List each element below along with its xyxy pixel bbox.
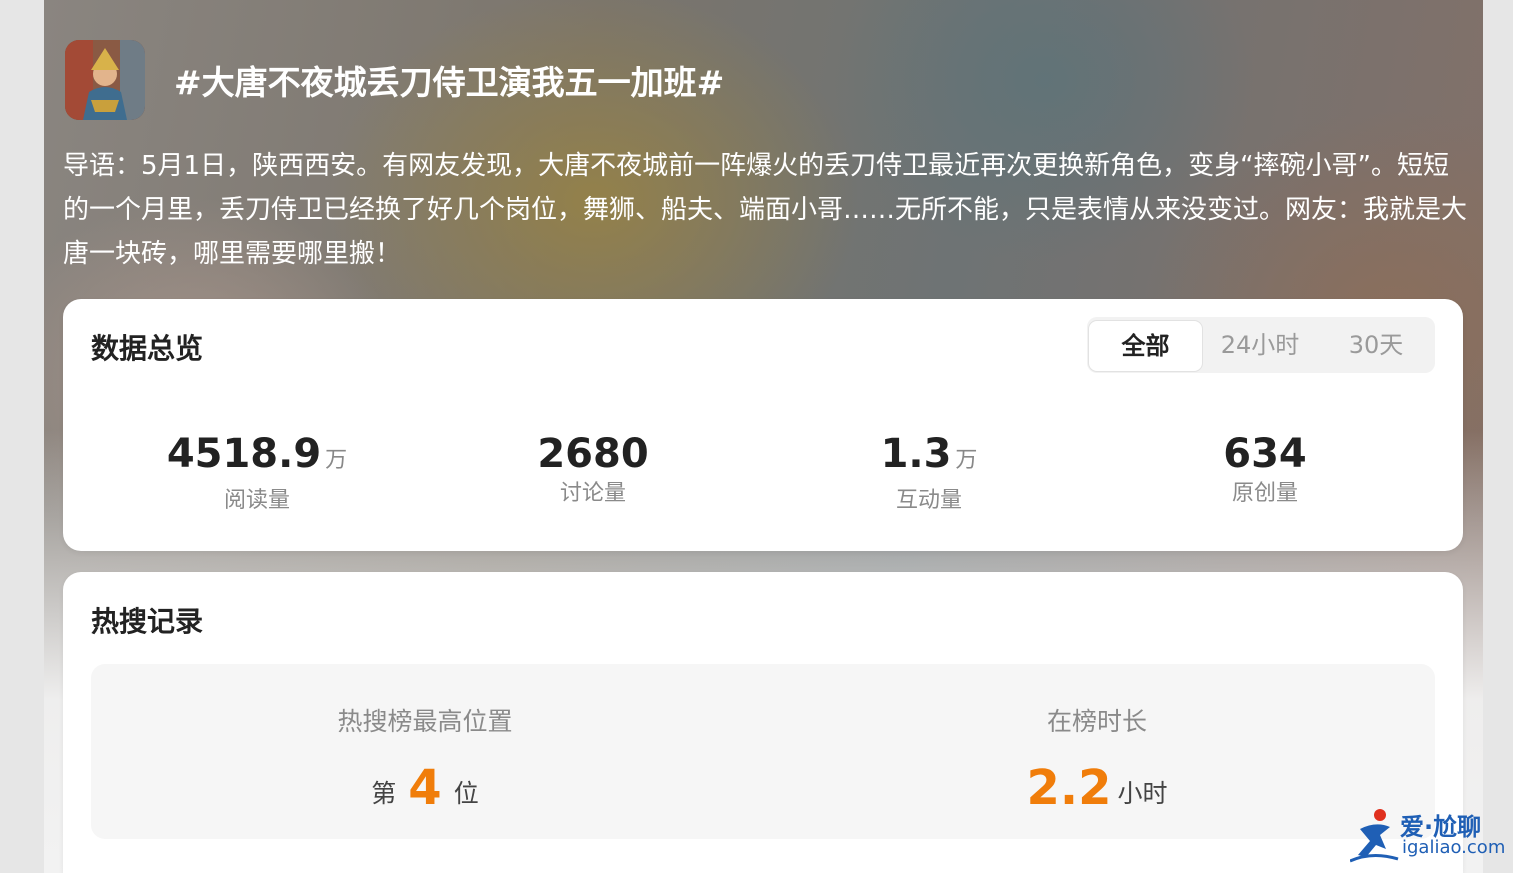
best-rank-suffix: 位 <box>453 779 479 808</box>
stat-reads: 4518.9 万 阅读量 <box>107 429 407 516</box>
tab-all[interactable]: 全部 <box>1088 320 1203 372</box>
hot-search-card: 热搜记录 热搜榜最高位置 第4位 在榜时长 2.2 小时 <box>63 572 1463 873</box>
left-margin <box>0 0 44 873</box>
best-rank-prefix: 第 <box>371 779 397 808</box>
tab-30d[interactable]: 30天 <box>1319 320 1433 370</box>
page: #大唐不夜城丢刀侍卫演我五一加班# 导语：5月1日，陕西西安。有网友发现，大唐不… <box>0 0 1513 873</box>
stat-interactions-value-line: 1.3 万 <box>779 429 1079 486</box>
data-overview-card: 数据总览 全部 24小时 30天 4518.9 万 阅读量 2680 讨论量 1.… <box>63 299 1463 551</box>
stat-interactions: 1.3 万 互动量 <box>779 429 1079 516</box>
stat-discussions-value: 2680 <box>537 431 649 477</box>
site-watermark: 爱·尬聊 igaliao.com <box>1349 805 1510 867</box>
running-figure-logo-icon <box>1349 809 1399 863</box>
stat-reads-unit: 万 <box>325 448 348 473</box>
stat-discussions-value-line: 2680 <box>443 429 743 479</box>
duration-suffix: 小时 <box>1117 779 1168 808</box>
topic-intro: 导语：5月1日，陕西西安。有网友发现，大唐不夜城前一阵爆火的丢刀侍卫最近再次更换… <box>63 151 1468 269</box>
topic-title: #大唐不夜城丢刀侍卫演我五一加班# <box>174 63 725 102</box>
stat-originals-label: 原创量 <box>1231 481 1298 506</box>
stat-originals: 634 原创量 <box>1115 429 1415 509</box>
stat-discussions: 2680 讨论量 <box>443 429 743 509</box>
right-margin <box>1483 0 1513 873</box>
watermark-url: igaliao.com <box>1402 837 1506 858</box>
stat-reads-value: 4518.9 <box>166 431 322 477</box>
stat-discussions-label: 讨论量 <box>559 481 626 506</box>
duration-label: 在榜时长 <box>1046 707 1147 736</box>
best-rank-label: 热搜榜最高位置 <box>337 707 513 736</box>
tab-24h[interactable]: 24小时 <box>1203 320 1317 370</box>
duration-on-list: 在榜时长 2.2 小时 <box>847 704 1347 825</box>
best-rank: 热搜榜最高位置 第4位 <box>175 704 675 825</box>
stat-interactions-value: 1.3 <box>880 431 952 477</box>
stat-interactions-unit: 万 <box>955 448 978 473</box>
avatar-image <box>65 40 145 120</box>
data-overview-title: 数据总览 <box>91 332 204 365</box>
duration-value-line: 2.2 小时 <box>847 760 1347 825</box>
hot-search-title: 热搜记录 <box>91 605 204 638</box>
topic-panel: #大唐不夜城丢刀侍卫演我五一加班# 导语：5月1日，陕西西安。有网友发现，大唐不… <box>44 0 1483 873</box>
best-rank-value: 4 <box>408 760 442 816</box>
stat-originals-value-line: 634 <box>1115 429 1415 479</box>
stat-interactions-label: 互动量 <box>895 488 962 513</box>
stat-reads-value-line: 4518.9 万 <box>107 429 407 486</box>
duration-value: 2.2 <box>1026 760 1112 816</box>
hot-search-record-box: 热搜榜最高位置 第4位 在榜时长 2.2 小时 <box>91 664 1435 839</box>
topic-avatar[interactable] <box>65 40 145 120</box>
stat-reads-label: 阅读量 <box>223 488 290 513</box>
best-rank-value-line: 第4位 <box>175 760 675 825</box>
time-range-tabs: 全部 24小时 30天 <box>1087 317 1435 373</box>
stat-originals-value: 634 <box>1223 431 1307 477</box>
